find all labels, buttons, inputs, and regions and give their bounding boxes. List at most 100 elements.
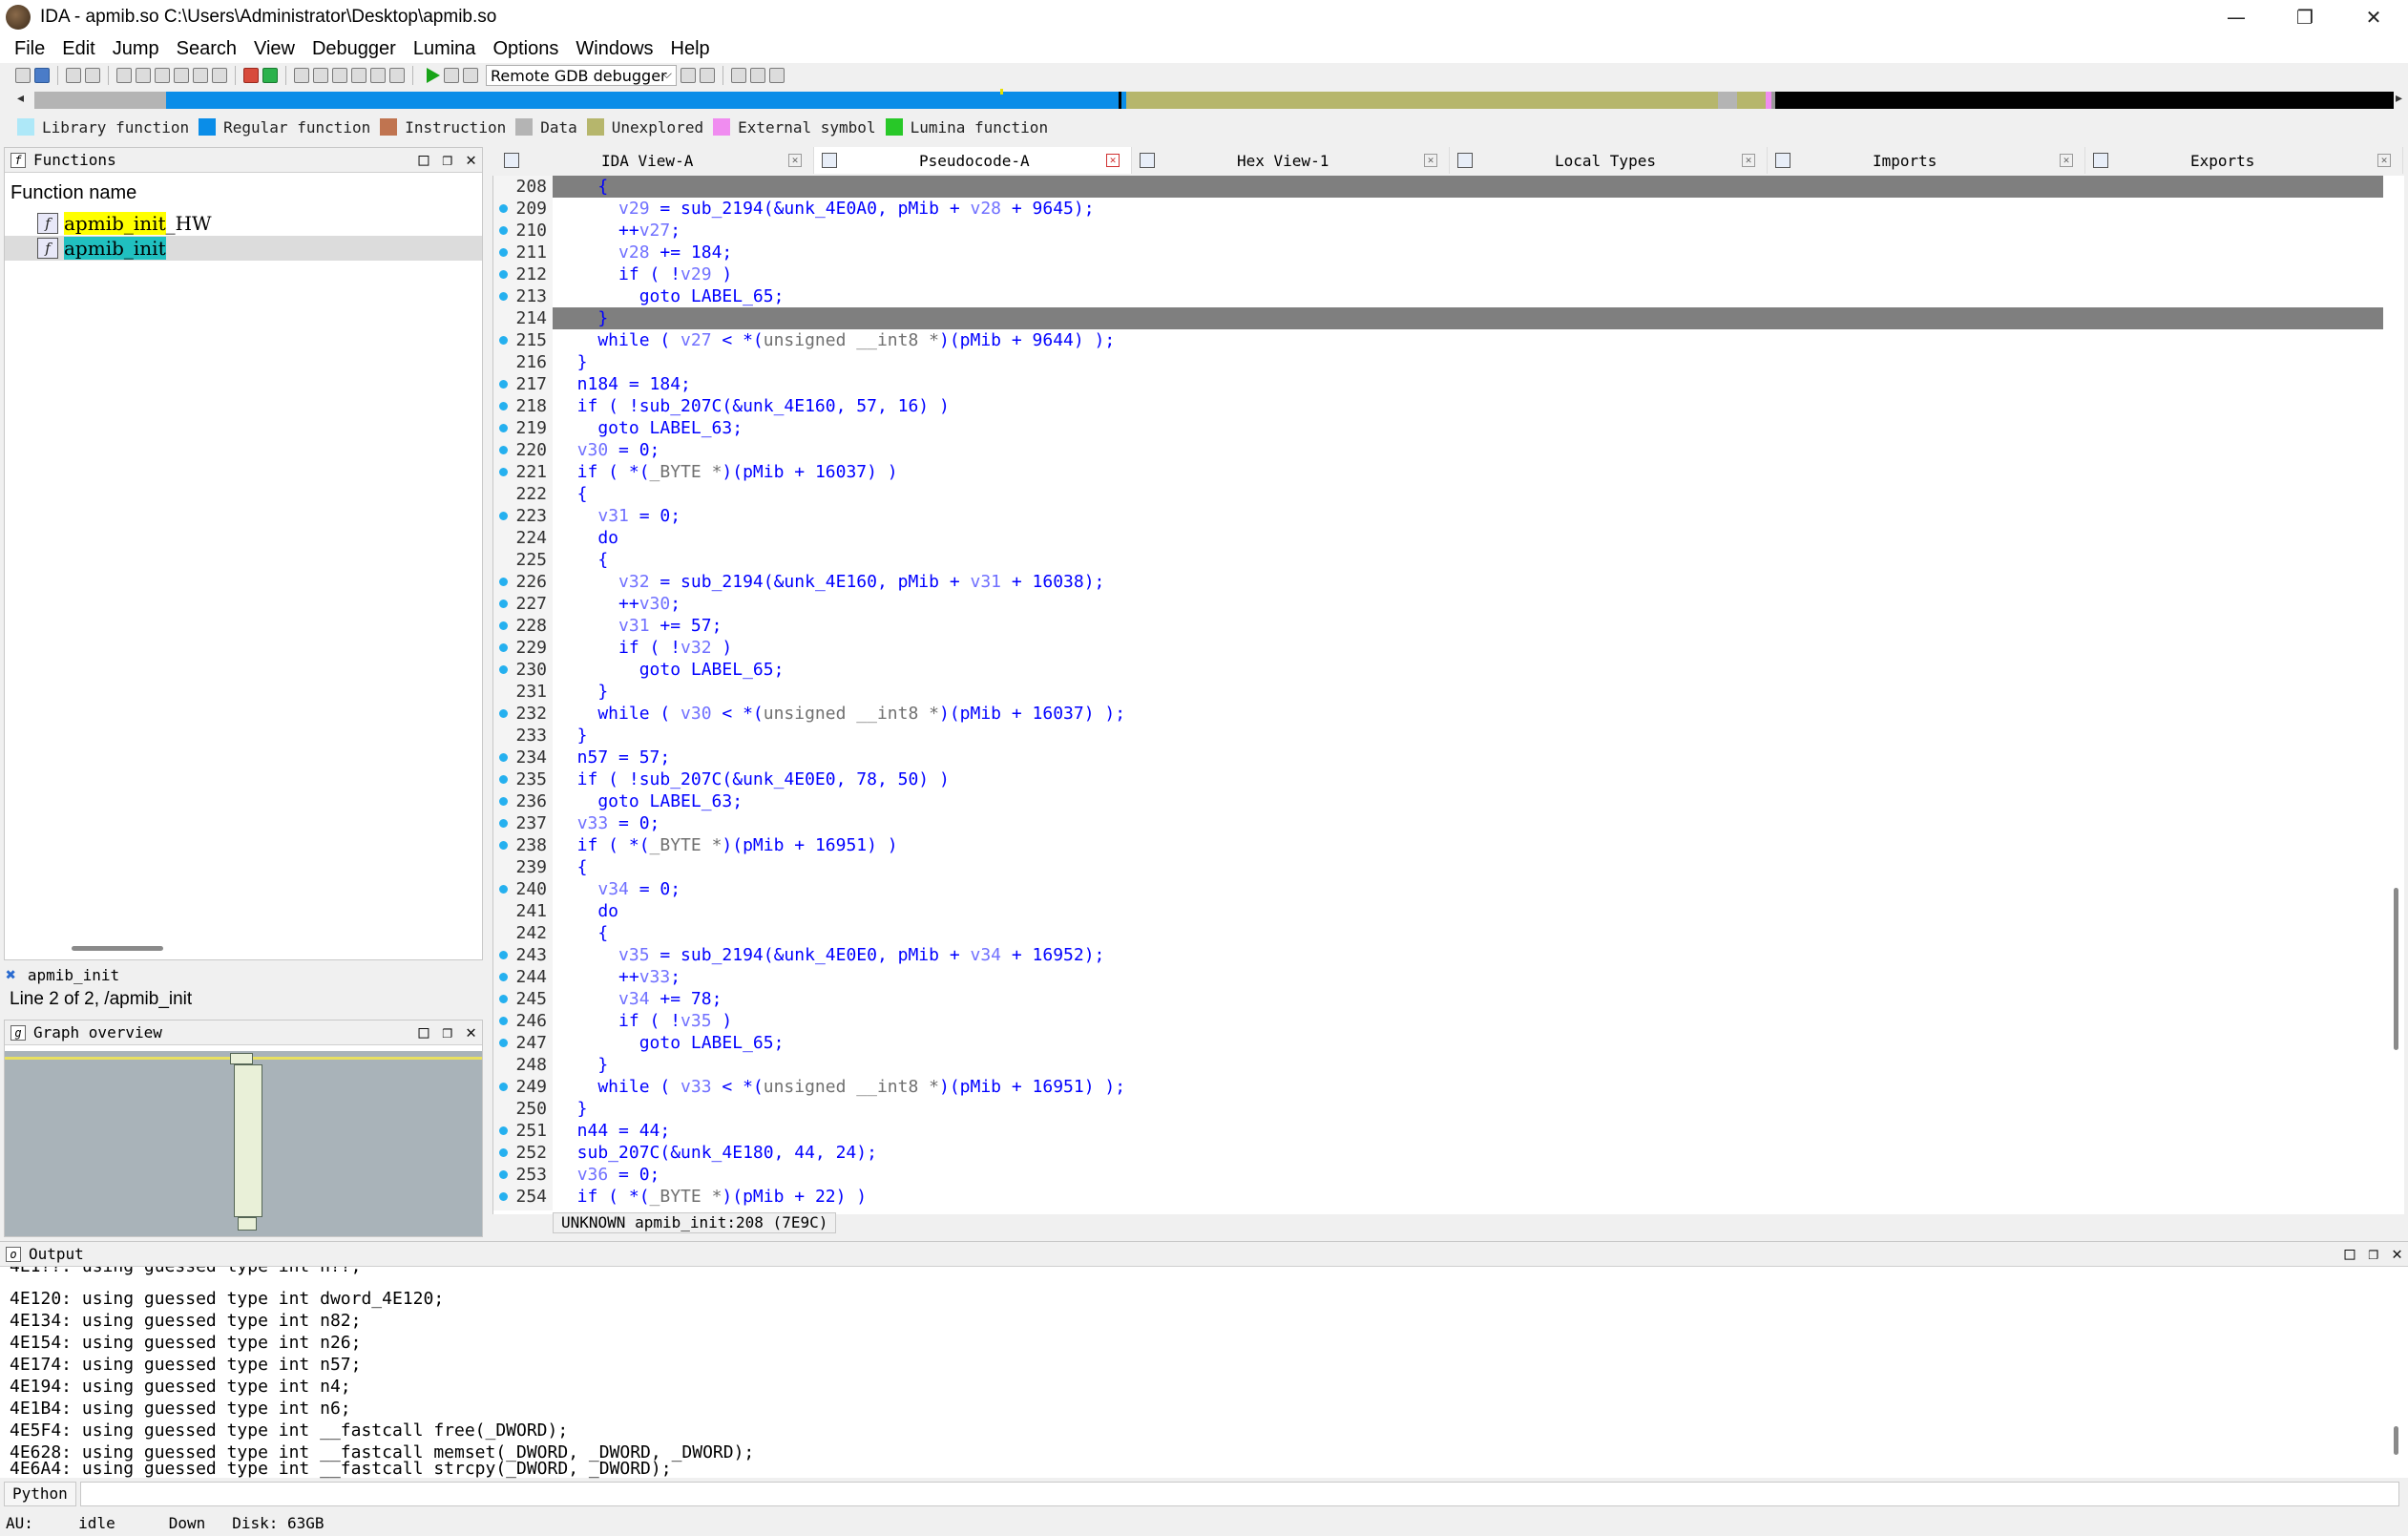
maximize-panel-button[interactable]: □ [2344, 1244, 2355, 1264]
command-input[interactable] [79, 1482, 2399, 1506]
breakpoint-dot-icon[interactable] [499, 446, 508, 454]
code-line[interactable]: 229 if ( !v32 ) [493, 637, 2383, 659]
close-window-button[interactable]: ✕ [2339, 0, 2408, 34]
debugger-select[interactable]: Remote GDB debugger ⌵ [486, 65, 677, 86]
code-line[interactable]: 230 goto LABEL_65; [493, 659, 2383, 681]
breakpoint-dot-icon[interactable] [499, 1126, 508, 1135]
code-line[interactable]: 244 ++v33; [493, 966, 2383, 988]
code-line[interactable]: 215 while ( v27 < *(unsigned __int8 *)(p… [493, 329, 2383, 351]
breakpoint-dot-icon[interactable] [499, 973, 508, 981]
array-icon[interactable] [351, 68, 366, 83]
code-line[interactable]: 243 v35 = sub_2194(&unk_4E0E0, pMib + v3… [493, 944, 2383, 966]
code-line[interactable]: 235 if ( !sub_207C(&unk_4E0E0, 78, 50) ) [493, 768, 2383, 790]
code-line[interactable]: 248 } [493, 1054, 2383, 1076]
horizontal-scrollbar[interactable] [72, 946, 163, 951]
breakpoint-dot-icon[interactable] [499, 841, 508, 850]
breakpoint-dot-icon[interactable] [499, 753, 508, 762]
breakpoint-dot-icon[interactable] [499, 336, 508, 345]
code-line[interactable]: 219 goto LABEL_63; [493, 417, 2383, 439]
breakpoint-dot-icon[interactable] [499, 1170, 508, 1179]
breakpoint-dot-icon[interactable] [499, 643, 508, 652]
code-line[interactable]: 247 goto LABEL_65; [493, 1032, 2383, 1054]
breakpoint-dot-icon[interactable] [499, 1192, 508, 1201]
code-line[interactable]: 250 } [493, 1098, 2383, 1120]
code-line[interactable]: 213 goto LABEL_65; [493, 285, 2383, 307]
tab-imports[interactable]: Imports ✕ [1768, 147, 2085, 174]
graph-icon[interactable] [389, 68, 405, 83]
code-line[interactable]: 254 if ( *(_BYTE *)(pMib + 22) ) [493, 1186, 2383, 1208]
code-line[interactable]: 224 do [493, 527, 2383, 549]
code-line[interactable]: 237 v33 = 0; [493, 812, 2383, 834]
breakpoint-dot-icon[interactable] [499, 270, 508, 279]
breakpoint-dot-icon[interactable] [499, 204, 508, 213]
close-tab-icon[interactable]: ✕ [1424, 154, 1437, 167]
breakpoint-icon[interactable] [243, 68, 259, 83]
layout-icon[interactable] [731, 68, 746, 83]
breakpoint-dot-icon[interactable] [499, 578, 508, 586]
code-line[interactable]: 210 ++v27; [493, 220, 2383, 242]
float-panel-button[interactable]: ❐ [2368, 1244, 2378, 1264]
code-line[interactable]: 211 v28 += 184; [493, 242, 2383, 263]
breakpoint-dot-icon[interactable] [499, 402, 508, 410]
close-tab-icon[interactable]: ✕ [1742, 154, 1755, 167]
code-line[interactable]: 222 { [493, 483, 2383, 505]
breakpoint-dot-icon[interactable] [499, 226, 508, 235]
code-line[interactable]: 240 v34 = 0; [493, 878, 2383, 900]
code-line[interactable]: 253 v36 = 0; [493, 1164, 2383, 1186]
dock-icon[interactable] [750, 68, 765, 83]
menu-options[interactable]: Options [484, 38, 567, 60]
struct-icon[interactable] [332, 68, 347, 83]
tab-ida-view-a[interactable]: IDA View-A ✕ [496, 147, 814, 174]
code-line[interactable]: 246 if ( !v35 ) [493, 1010, 2383, 1032]
code-line[interactable]: 216 } [493, 351, 2383, 373]
code-line[interactable]: 245 v34 += 78; [493, 988, 2383, 1010]
windows-icon[interactable] [769, 68, 785, 83]
code-line[interactable]: 218 if ( !sub_207C(&unk_4E160, 57, 16) ) [493, 395, 2383, 417]
menu-view[interactable]: View [245, 38, 304, 60]
function-row[interactable]: f apmib_init _HW [5, 211, 482, 236]
vertical-scrollbar[interactable] [2394, 888, 2398, 1050]
breakpoint-dot-icon[interactable] [499, 424, 508, 432]
text-icon[interactable] [212, 68, 227, 83]
breakpoint-dot-icon[interactable] [499, 468, 508, 476]
forward-icon[interactable] [85, 68, 100, 83]
search-text-icon[interactable] [116, 68, 132, 83]
undefine-icon[interactable] [370, 68, 386, 83]
menu-help[interactable]: Help [662, 38, 719, 60]
menu-debugger[interactable]: Debugger [304, 38, 405, 60]
jump-icon[interactable] [193, 68, 208, 83]
search-binary-icon[interactable] [136, 68, 151, 83]
code-line[interactable]: 227 ++v30; [493, 593, 2383, 615]
tab-pseudocode-a[interactable]: Pseudocode-A ✕ [814, 147, 1132, 174]
code-line[interactable]: 249 while ( v33 < *(unsigned __int8 *)(p… [493, 1076, 2383, 1098]
code-line[interactable]: 226 v32 = sub_2194(&unk_4E160, pMib + v3… [493, 571, 2383, 593]
code-line[interactable]: 225 { [493, 549, 2383, 571]
maximize-panel-button[interactable]: □ [418, 150, 429, 170]
code-line[interactable]: 209 v29 = sub_2194(&unk_4E0A0, pMib + v2… [493, 198, 2383, 220]
breakpoint-dot-icon[interactable] [499, 292, 508, 301]
code-icon[interactable] [294, 68, 309, 83]
breakpoint-dot-icon[interactable] [499, 885, 508, 894]
code-line[interactable]: 242 { [493, 922, 2383, 944]
code-line[interactable]: 228 v31 += 57; [493, 615, 2383, 637]
code-line[interactable]: 241 do [493, 900, 2383, 922]
lumina-icon[interactable] [262, 68, 278, 83]
graph-overview-canvas[interactable] [5, 1051, 482, 1236]
function-row-selected[interactable]: f apmib_init [5, 236, 482, 261]
code-line[interactable]: 212 if ( !v29 ) [493, 263, 2383, 285]
breakpoint-dot-icon[interactable] [499, 248, 508, 257]
pseudocode-view[interactable]: 208 { 209 v29 = sub_2194(&unk_4E0A0, pMi… [492, 176, 2404, 1233]
output-scrollbar[interactable] [2394, 1426, 2398, 1455]
close-panel-button[interactable]: ✕ [2392, 1244, 2402, 1264]
breakpoint-dot-icon[interactable] [499, 665, 508, 674]
stop-icon[interactable] [463, 68, 478, 83]
float-panel-button[interactable]: ❐ [442, 1022, 452, 1042]
code-line[interactable]: 233 } [493, 725, 2383, 747]
code-line[interactable]: 223 v31 = 0; [493, 505, 2383, 527]
code-line[interactable]: 232 while ( v30 < *(unsigned __int8 *)(p… [493, 703, 2383, 725]
save-icon[interactable] [34, 68, 50, 83]
code-line[interactable]: 251 n44 = 44; [493, 1120, 2383, 1142]
breakpoint-dot-icon[interactable] [499, 797, 508, 806]
breakpoint-dot-icon[interactable] [499, 819, 508, 828]
tab-hex-view-1[interactable]: Hex View-1 ✕ [1132, 147, 1450, 174]
